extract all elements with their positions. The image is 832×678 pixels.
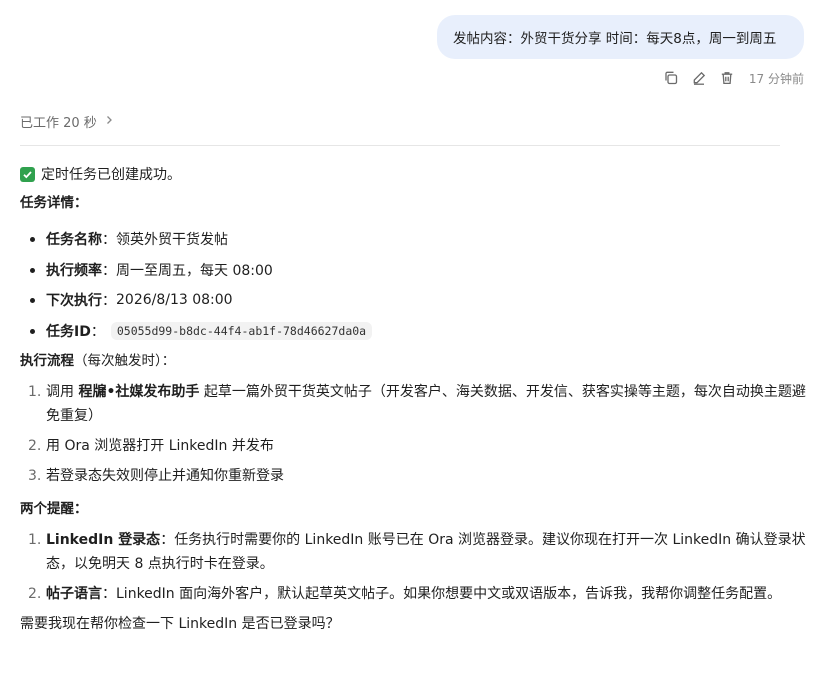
reminder-item: 2. 帖子语言：LinkedIn 面向海外客户，默认起草英文帖子。如果你想要中文… [20,582,810,606]
reminder-number: 1. [28,532,42,548]
user-message-text: 发帖内容：外贸干货分享 时间：每天8点，周一到周五 [453,31,777,47]
detail-item: 任务名称：领英外贸干货发帖 [20,224,810,255]
detail-value: 2026/8/13 08:00 [116,292,233,309]
reminder-key: LinkedIn 登录态 [46,532,161,548]
success-line: 定时任务已创建成功。 [20,160,810,188]
worked-duration-label: 已工作 20 秒 [20,116,97,131]
reminder-sep: ： [160,532,175,548]
user-message-bubble: 发帖内容：外贸干货分享 时间：每天8点，周一到周五 [437,15,804,59]
success-text: 定时任务已创建成功。 [41,167,181,183]
reminder-key: 帖子语言 [46,586,102,602]
detail-key: 任务名称 [46,232,102,249]
check-mark-icon [20,166,35,182]
message-timestamp: 17 分钟前 [748,71,804,86]
detail-sep: ： [102,232,116,249]
step-number: 1. [28,384,42,400]
reminder-text: LinkedIn 面向海外客户，默认起草英文帖子。如果你想要中文或双语版本，告诉… [116,586,782,602]
flow-heading: 执行流程（每次触发时）： [20,346,810,376]
detail-item: 任务ID： 05055d99-b8dc-44f4-ab1f-78d46627da0… [20,316,810,347]
flow-step: 3. 若登录态失效则停止并通知你重新登录 [20,464,810,488]
reminder-sep: ： [102,586,116,602]
step-number: 2. [28,438,42,454]
worked-duration-toggle[interactable]: 已工作 20 秒 [20,112,115,131]
flow-heading-bold: 执行流程 [20,353,74,369]
detail-value: 领英外贸干货发帖 [116,232,228,249]
detail-item: 下次执行： 2026/8/13 08:00 [20,285,810,316]
step-bold: 程牖•社媒发布助手 [78,384,200,400]
task-id-code[interactable]: 05055d99-b8dc-44f4-ab1f-78d46627da0a [110,321,373,340]
flow-step: 1. 调用 程牖•社媒发布助手 起草一篇外贸干货英文帖子（开发客户、海关数据、开… [20,380,810,428]
detail-sep: ： [90,323,105,340]
flow-heading-rest: （每次触发时）： [74,353,176,369]
flow-steps-list: 1. 调用 程牖•社媒发布助手 起草一篇外贸干货英文帖子（开发客户、海关数据、开… [20,380,810,488]
step-text: 用 Ora 浏览器打开 LinkedIn 并发布 [46,438,274,454]
details-heading: 任务详情： [20,195,88,211]
detail-sep: ： [102,262,116,279]
reminder-item: 1. LinkedIn 登录态：任务执行时需要你的 LinkedIn 账号已在 … [20,528,810,576]
message-actions: 17 分钟前 [663,68,804,88]
copy-icon[interactable] [663,70,679,86]
detail-key: 执行频率 [46,262,102,279]
detail-key: 任务ID [46,323,91,340]
step-number: 3. [28,468,42,484]
reminders-list: 1. LinkedIn 登录态：任务执行时需要你的 LinkedIn 账号已在 … [20,528,810,606]
assistant-reply: 定时任务已创建成功。 任务详情： 任务名称：领英外贸干货发帖 执行频率：周一至周… [20,160,810,636]
reminders-heading: 两个提醒： [20,501,88,517]
follow-up-question: 需要我现在帮你检查一下 LinkedIn 是否已登录吗？ [20,616,340,632]
step-text: 若登录态失效则停止并通知你重新登录 [46,468,284,484]
detail-key: 下次执行 [46,293,102,310]
step-text: 调用 [46,384,79,400]
detail-value: 周一至周五，每天 08:00 [116,262,273,279]
reminder-number: 2. [28,586,42,602]
flow-step: 2. 用 Ora 浏览器打开 LinkedIn 并发布 [20,434,810,458]
delete-icon[interactable] [719,70,735,86]
detail-sep: ： [102,293,116,310]
chevron-right-icon [103,114,115,130]
edit-icon[interactable] [691,70,707,86]
task-details-list: 任务名称：领英外贸干货发帖 执行频率：周一至周五，每天 08:00 下次执行： 2… [20,224,810,346]
detail-item: 执行频率：周一至周五，每天 08:00 [20,255,810,286]
divider [20,145,780,146]
